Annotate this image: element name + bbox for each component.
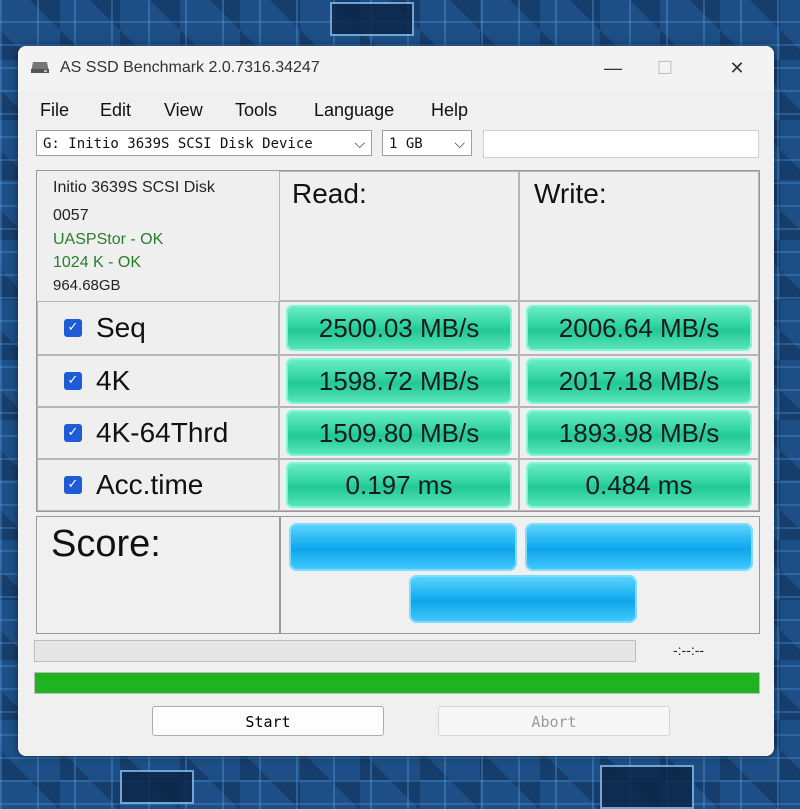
results-grid: Initio 3639S SCSI Disk 0057 UASPStor - O… xyxy=(36,170,760,512)
drive-name: Initio 3639S SCSI Disk xyxy=(53,179,215,196)
test-row-4k: ✓ 4K xyxy=(37,355,279,407)
test-progress-bar xyxy=(34,640,636,662)
test-label-4k: 4K xyxy=(96,365,131,396)
drive-capacity: 964.68GB xyxy=(53,277,121,294)
4k64-write-cell: 1893.98 MB/s xyxy=(519,407,759,459)
alignment-status: 1024 K - OK xyxy=(53,254,142,271)
minimize-button[interactable]: — xyxy=(590,52,636,84)
read-score-bar xyxy=(289,523,517,571)
background-chip xyxy=(330,2,414,36)
seq-read-cell: 2500.03 MB/s xyxy=(279,301,519,355)
write-column-header: Write: xyxy=(534,178,607,209)
4k64-write-value: 1893.98 MB/s xyxy=(526,410,752,456)
score-values-cell xyxy=(280,516,760,634)
test-row-4k-64thrd: ✓ 4K-64Thrd xyxy=(37,407,279,459)
seq-read-value: 2500.03 MB/s xyxy=(286,305,512,351)
acc-read-cell: 0.197 ms xyxy=(279,459,519,511)
score-label: Score: xyxy=(51,523,161,565)
drive-firmware: 0057 xyxy=(53,207,89,224)
maximize-button[interactable]: ☐ xyxy=(642,52,688,84)
test-label-seq: Seq xyxy=(96,312,146,343)
4k64-read-value: 1509.80 MB/s xyxy=(286,410,512,456)
write-header-cell: Write: xyxy=(519,171,759,301)
elapsed-time: -:--:-- xyxy=(673,642,705,658)
driver-status: UASPStor - OK xyxy=(53,231,164,248)
test-row-seq: ✓ Seq xyxy=(37,301,279,355)
score-label-cell: Score: xyxy=(36,516,280,634)
drive-info-panel: Initio 3639S SCSI Disk 0057 UASPStor - O… xyxy=(37,171,279,301)
read-column-header: Read: xyxy=(292,178,367,209)
test-label-4k-64thrd: 4K-64Thrd xyxy=(96,417,229,448)
chevron-down-icon: ⌵ xyxy=(354,136,365,152)
start-button[interactable]: Start xyxy=(152,706,384,736)
drive-select[interactable]: G: Initio 3639S SCSI Disk Device ⌵ xyxy=(36,130,372,156)
menu-file[interactable]: File xyxy=(40,100,69,121)
total-score-bar xyxy=(409,575,637,623)
seq-write-value: 2006.64 MB/s xyxy=(526,305,752,351)
write-score-bar xyxy=(525,523,753,571)
background-chip xyxy=(600,765,694,809)
menu-edit[interactable]: Edit xyxy=(100,100,131,121)
close-button[interactable]: ✕ xyxy=(714,52,760,84)
4k-write-value: 2017.18 MB/s xyxy=(526,358,752,404)
seq-write-cell: 2006.64 MB/s xyxy=(519,301,759,355)
checkbox-checked-icon[interactable]: ✓ xyxy=(64,319,82,337)
menu-tools[interactable]: Tools xyxy=(235,100,277,121)
title-bar[interactable]: AS SSD Benchmark 2.0.7316.34247 — ☐ ✕ xyxy=(18,46,774,92)
info-textbox[interactable] xyxy=(483,130,759,158)
window-title: AS SSD Benchmark 2.0.7316.34247 xyxy=(60,59,320,76)
menu-bar: File Edit View Tools Language Help xyxy=(18,96,774,126)
test-row-acc-time: ✓ Acc.time xyxy=(37,459,279,511)
checkbox-checked-icon[interactable]: ✓ xyxy=(64,476,82,494)
acc-write-value: 0.484 ms xyxy=(526,462,752,508)
abort-button[interactable]: Abort xyxy=(438,706,670,736)
acc-read-value: 0.197 ms xyxy=(286,462,512,508)
menu-help[interactable]: Help xyxy=(431,100,468,121)
menu-view[interactable]: View xyxy=(164,100,203,121)
acc-write-cell: 0.484 ms xyxy=(519,459,759,511)
4k-read-value: 1598.72 MB/s xyxy=(286,358,512,404)
checkbox-checked-icon[interactable]: ✓ xyxy=(64,424,82,442)
read-header-cell: Read: xyxy=(279,171,519,301)
size-select[interactable]: 1 GB ⌵ xyxy=(382,130,472,156)
test-label-acc-time: Acc.time xyxy=(96,469,204,500)
menu-language[interactable]: Language xyxy=(314,100,394,121)
4k64-read-cell: 1509.80 MB/s xyxy=(279,407,519,459)
app-window: AS SSD Benchmark 2.0.7316.34247 — ☐ ✕ Fi… xyxy=(18,46,774,756)
4k-read-cell: 1598.72 MB/s xyxy=(279,355,519,407)
checkbox-checked-icon[interactable]: ✓ xyxy=(64,372,82,390)
overall-progress-bar xyxy=(34,672,760,694)
drive-select-value: G: Initio 3639S SCSI Disk Device xyxy=(43,136,313,152)
size-select-value: 1 GB xyxy=(389,136,423,152)
disk-icon xyxy=(31,62,49,73)
4k-write-cell: 2017.18 MB/s xyxy=(519,355,759,407)
background-chip xyxy=(120,770,194,804)
chevron-down-icon: ⌵ xyxy=(454,136,465,152)
